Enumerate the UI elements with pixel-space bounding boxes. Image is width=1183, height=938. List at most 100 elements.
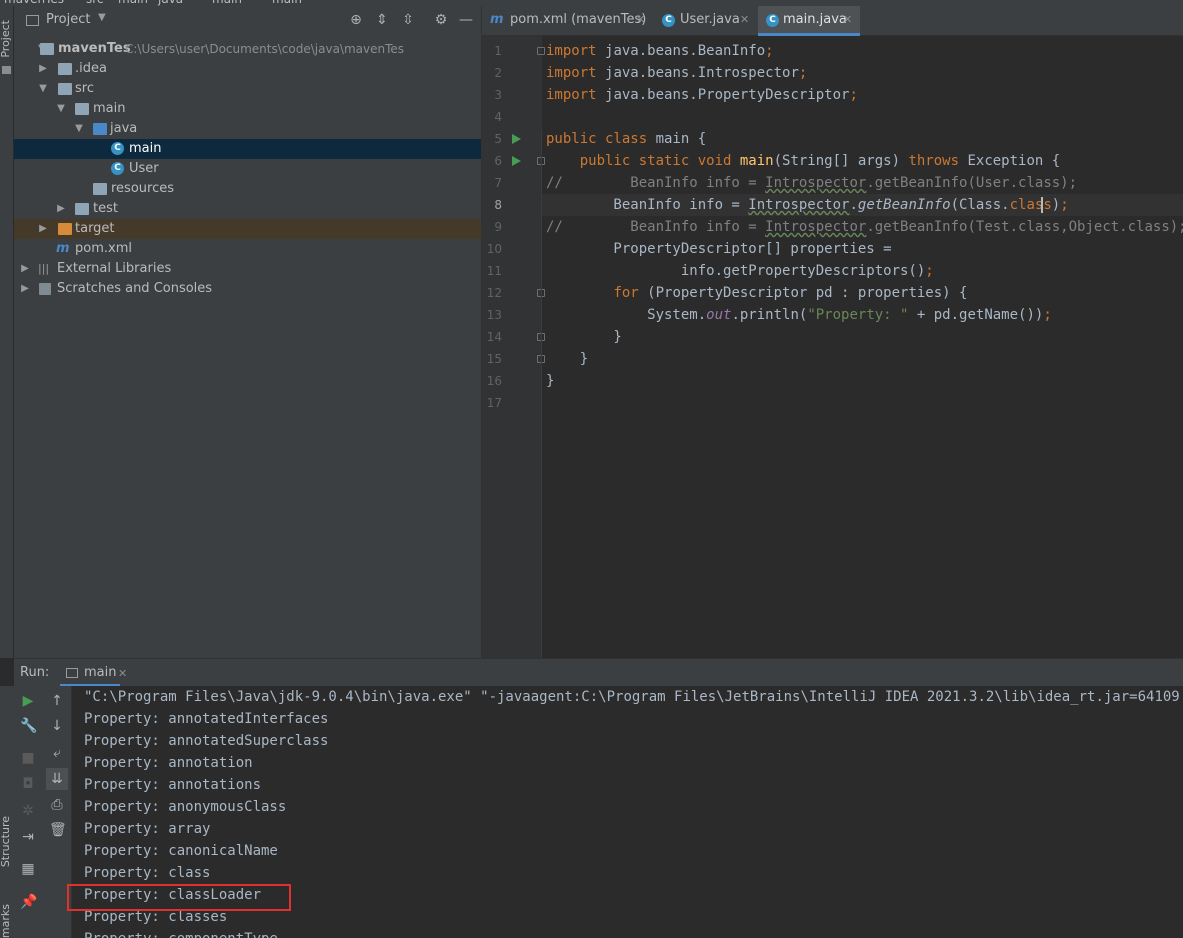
tree-item-label: Scratches and Consoles bbox=[57, 281, 213, 296]
console-line: Property: annotations bbox=[84, 777, 262, 793]
code-line: public static void main(String[] args) t… bbox=[579, 153, 1061, 169]
tree-item-external-libraries[interactable]: ▶ ||| External Libraries bbox=[14, 259, 481, 279]
line-number: 16 bbox=[486, 374, 502, 388]
chevron-right-icon[interactable]: ▶ bbox=[19, 259, 31, 279]
exit-icon[interactable]: ⇥ bbox=[20, 829, 36, 845]
console-line: Property: annotatedInterfaces bbox=[84, 711, 329, 727]
class-icon: C bbox=[766, 14, 779, 27]
tab-main-java[interactable]: C main.java ✕ bbox=[758, 6, 860, 36]
project-panel-title[interactable]: Project bbox=[46, 12, 90, 27]
left-tool-strip: Project bbox=[0, 6, 14, 658]
tree-item-resources[interactable]: resources bbox=[14, 179, 481, 199]
editor-gutter: 1 2 3 4 5 6 7 8 9 10 11 12 13 14 15 16 1… bbox=[482, 36, 545, 658]
layout-icon[interactable]: ▦ bbox=[20, 861, 36, 877]
chevron-down-icon[interactable]: ▼ bbox=[55, 99, 67, 119]
minimize-icon[interactable]: — bbox=[458, 12, 474, 28]
tree-item-path: C:\Users\user\Documents\code\java\mavenT… bbox=[125, 42, 405, 56]
tree-item-maventes[interactable]: ▼ mavenTes C:\Users\user\Documents\code\… bbox=[14, 39, 481, 59]
tree-item-main-folder[interactable]: ▼ main bbox=[14, 99, 481, 119]
tree-item-label: target bbox=[75, 221, 115, 236]
chevron-right-icon[interactable]: ▶ bbox=[19, 279, 31, 299]
close-icon[interactable]: ✕ bbox=[636, 6, 645, 34]
tree-item-label: main bbox=[93, 101, 126, 116]
console-line: Property: array bbox=[84, 821, 211, 837]
line-number: 1 bbox=[494, 44, 502, 58]
close-icon[interactable]: ✕ bbox=[118, 667, 127, 680]
tree-item-pom[interactable]: m pom.xml bbox=[14, 239, 481, 259]
code-editor[interactable]: 1 2 3 4 5 6 7 8 9 10 11 12 13 14 15 16 1… bbox=[482, 36, 1183, 658]
console-line: "C:\Program Files\Java\jdk-9.0.4\bin\jav… bbox=[84, 689, 1183, 705]
tree-item-test[interactable]: ▶ test bbox=[14, 199, 481, 219]
gear-icon[interactable]: ⚙ bbox=[433, 12, 449, 28]
code-line: import java.beans.BeanInfo; bbox=[546, 43, 774, 59]
folder-icon bbox=[75, 103, 89, 115]
chevron-down-icon[interactable]: ▼ bbox=[98, 12, 106, 23]
collapse-all-icon[interactable]: ⇳ bbox=[400, 12, 416, 28]
arrow-down-icon[interactable]: ↓ bbox=[49, 718, 65, 734]
tab-user-java[interactable]: C User.java ✕ bbox=[654, 6, 758, 36]
chevron-down-icon[interactable]: ▼ bbox=[73, 119, 85, 139]
console-line: Property: anonymousClass bbox=[84, 799, 287, 815]
run-tab-main[interactable]: main bbox=[84, 665, 116, 680]
trash-icon[interactable]: 🗑 bbox=[49, 822, 67, 838]
code-line: info.getPropertyDescriptors(); bbox=[546, 263, 934, 279]
chevron-right-icon[interactable]: ▶ bbox=[55, 199, 67, 219]
chevron-right-icon[interactable]: ▶ bbox=[37, 59, 49, 79]
rerun-icon[interactable]: ▶ bbox=[20, 693, 36, 709]
module-folder-icon bbox=[40, 43, 54, 55]
tree-item-java[interactable]: ▼ java bbox=[14, 119, 481, 139]
run-panel-label: Run: bbox=[20, 665, 50, 680]
scratch-icon bbox=[39, 283, 51, 295]
tree-item-user-class[interactable]: C User bbox=[14, 159, 481, 179]
run-gutter-icon[interactable] bbox=[512, 134, 521, 144]
editor-tab-bar: m pom.xml (mavenTes) ✕ C User.java ✕ C m… bbox=[482, 6, 1183, 36]
code-line: import java.beans.PropertyDescriptor; bbox=[546, 87, 858, 103]
code-line: } bbox=[546, 373, 555, 389]
camera-icon[interactable]: ◘ bbox=[20, 776, 36, 792]
console-icon bbox=[66, 668, 78, 678]
line-number: 5 bbox=[494, 132, 502, 146]
project-tool-tab[interactable]: Project bbox=[0, 20, 13, 58]
folder-icon bbox=[58, 63, 72, 75]
code-line: System.out.println("Property: " + pd.get… bbox=[546, 307, 1052, 323]
debug-icon[interactable]: ✲ bbox=[20, 803, 36, 819]
code-line: BeanInfo info = Introspector.getBeanInfo… bbox=[546, 197, 1069, 213]
tab-pom-xml[interactable]: m pom.xml (mavenTes) ✕ bbox=[482, 6, 654, 36]
pin-icon[interactable]: 📌 bbox=[20, 894, 37, 910]
folder-icon bbox=[75, 203, 89, 215]
expand-all-icon[interactable]: ⇕ bbox=[374, 12, 390, 28]
code-line: PropertyDescriptor[] properties = bbox=[546, 241, 892, 257]
fold-icon[interactable] bbox=[537, 47, 545, 55]
close-icon[interactable]: ✕ bbox=[843, 6, 852, 34]
tree-item-idea[interactable]: ▶ .idea bbox=[14, 59, 481, 79]
code-line: // BeanInfo info = Introspector.getBeanI… bbox=[546, 175, 1078, 191]
scroll-to-end-icon[interactable]: ⇊ bbox=[46, 768, 68, 790]
tree-item-target[interactable]: ▶ target bbox=[14, 219, 481, 239]
folder-icon bbox=[2, 66, 11, 74]
chevron-right-icon[interactable]: ▶ bbox=[37, 219, 49, 239]
arrow-up-icon[interactable]: ↑ bbox=[49, 693, 65, 709]
annotation-highlight-box bbox=[67, 884, 291, 911]
structure-tool-tab[interactable]: Structure bbox=[0, 816, 13, 867]
tree-item-label: java bbox=[110, 121, 138, 136]
run-gutter-icon[interactable] bbox=[512, 156, 521, 166]
locate-icon[interactable]: ⊕ bbox=[348, 12, 364, 28]
tab-label: pom.xml (mavenTes) bbox=[510, 12, 647, 27]
run-panel-header: Run: main ✕ bbox=[14, 658, 1183, 687]
line-number: 4 bbox=[494, 110, 502, 124]
class-icon: C bbox=[111, 142, 124, 155]
tree-item-scratches[interactable]: ▶ Scratches and Consoles bbox=[14, 279, 481, 299]
stop-icon[interactable]: ■ bbox=[20, 750, 36, 766]
close-icon[interactable]: ✕ bbox=[740, 6, 749, 34]
bookmarks-tool-tab[interactable]: marks bbox=[0, 904, 13, 938]
text-caret bbox=[1041, 197, 1043, 213]
maven-icon: m bbox=[490, 12, 504, 27]
soft-wrap-icon[interactable]: ⤶ bbox=[49, 745, 65, 761]
chevron-down-icon[interactable]: ▼ bbox=[37, 79, 49, 99]
wrench-icon[interactable]: 🔧 bbox=[20, 718, 37, 734]
print-icon[interactable]: ⎙ bbox=[49, 797, 65, 813]
tree-item-main-class[interactable]: C main bbox=[14, 139, 481, 159]
line-number: 11 bbox=[486, 264, 502, 278]
code-line: public class main { bbox=[546, 131, 707, 147]
tree-item-src[interactable]: ▼ src bbox=[14, 79, 481, 99]
